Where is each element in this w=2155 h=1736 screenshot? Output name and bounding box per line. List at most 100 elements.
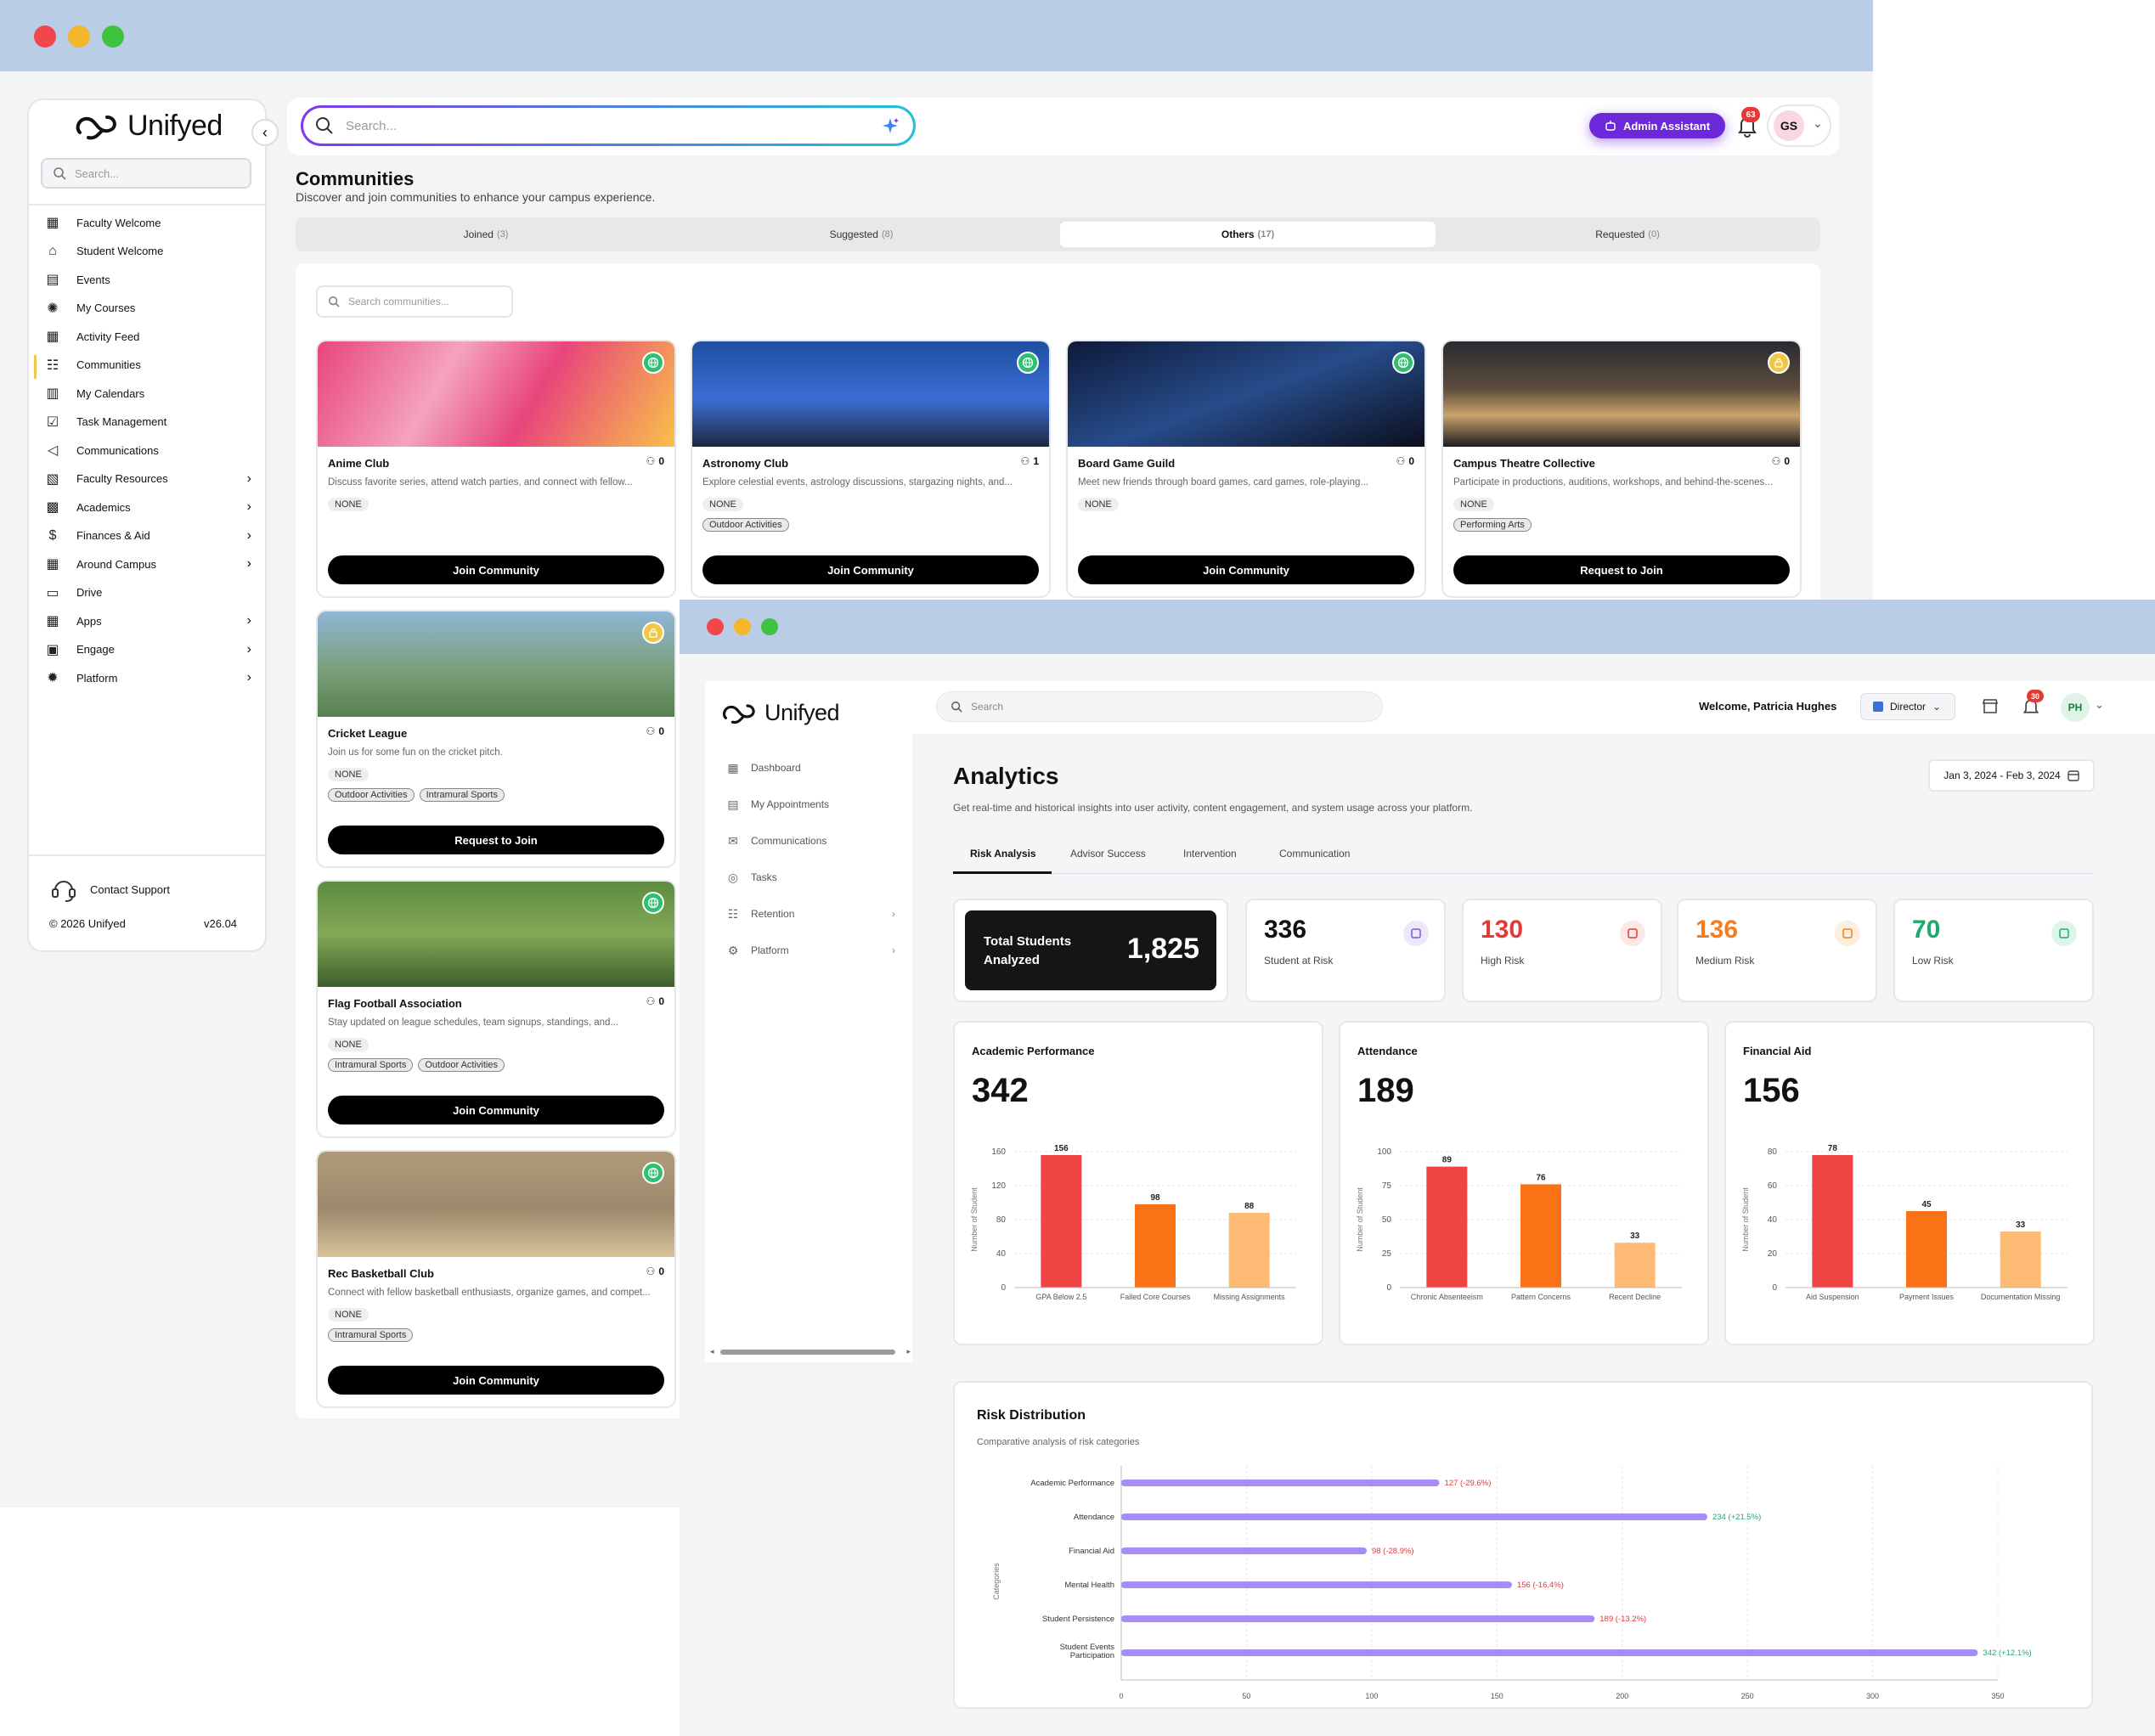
community-search-input[interactable]: Search communities... — [316, 285, 513, 318]
community-title: Rec Basketball Club — [328, 1267, 434, 1280]
sidebar-item-engage[interactable]: ▣ Engage › — [44, 641, 251, 658]
user-menu-button[interactable]: GS ⌄ — [1767, 104, 1831, 147]
data-label: 45 — [1921, 1200, 1932, 1209]
sidebar-item-my-courses[interactable]: ✺ My Courses — [44, 300, 251, 317]
sidebar-item-apps[interactable]: ▦ Apps › — [44, 612, 251, 629]
sparkle-icon[interactable] — [881, 116, 900, 135]
store-button[interactable] — [1981, 696, 2000, 719]
request-to-join-button[interactable]: Request to Join — [1453, 555, 1790, 584]
community-card[interactable]: Cricket League ⚇ 0 Join us for some fun on … — [316, 610, 676, 868]
sidebar-item-faculty-resources[interactable]: ▧ Faculty Resources › — [44, 471, 251, 488]
community-card[interactable]: Rec Basketball Club ⚇ 0 Connect with fellow… — [316, 1150, 676, 1408]
global-search-input[interactable]: Search... — [301, 105, 916, 146]
sidebar-item-academics[interactable]: ▩ Academics › — [44, 499, 251, 516]
bar-chart: 0 25 50 75 100 Number of Student 89 Chronic Abs… — [1356, 1147, 1682, 1301]
bar[interactable] — [2000, 1232, 2041, 1288]
maximize-window-button[interactable] — [761, 618, 778, 635]
sidebar-item-around-campus[interactable]: ▦ Around Campus › — [44, 555, 251, 572]
sidebar-item-communications[interactable]: ✉ Communications — [725, 833, 895, 848]
category-tag[interactable]: Outdoor Activities — [328, 788, 415, 802]
sidebar-item-finances-aid[interactable]: $ Finances & Aid › — [44, 527, 251, 544]
join-community-button[interactable]: Join Community — [328, 1366, 664, 1395]
tab-suggested[interactable]: Suggested (8) — [676, 222, 1046, 247]
close-window-button[interactable] — [34, 25, 56, 48]
bar[interactable] — [1121, 1581, 1512, 1588]
category-tag[interactable]: Performing Arts — [1453, 518, 1532, 532]
sidebar-item-communities[interactable]: ☷ Communities — [44, 357, 251, 374]
brand-logo[interactable]: Unifyed — [720, 698, 840, 727]
notifications-button[interactable]: 30 — [2022, 690, 2044, 717]
role-selector[interactable]: Director ⌄ — [1860, 693, 1955, 720]
member-count: ⚇ 0 — [1396, 455, 1414, 467]
image-icon — [1835, 921, 1860, 946]
stat-card: 336 Student at Risk — [1245, 899, 1446, 1002]
tab-risk-analysis[interactable]: Risk Analysis — [970, 848, 1036, 860]
bar[interactable] — [1426, 1166, 1468, 1288]
sidebar-item-communications[interactable]: ◁ Communications — [44, 442, 251, 459]
sidebar-item-tasks[interactable]: ◎ Tasks — [725, 870, 895, 885]
join-community-button[interactable]: Join Community — [1078, 555, 1414, 584]
notifications-button[interactable]: 63 — [1736, 107, 1760, 138]
chevron-down-icon[interactable]: ⌄ — [2095, 698, 2104, 712]
category-tag[interactable]: Outdoor Activities — [418, 1058, 505, 1072]
category-tag[interactable]: Outdoor Activities — [702, 518, 789, 532]
bar[interactable] — [1121, 1480, 1440, 1486]
sidebar-item-student-welcome[interactable]: ⌂ Student Welcome — [44, 243, 251, 260]
community-card[interactable]: Astronomy Club ⚇ 1 Explore celestial events… — [691, 340, 1051, 598]
avatar[interactable]: PH — [2061, 693, 2090, 722]
community-card[interactable]: Board Game Guild ⚇ 0 Meet new friends throu… — [1066, 340, 1426, 598]
bar[interactable] — [1812, 1155, 1853, 1288]
minimize-window-button[interactable] — [68, 25, 90, 48]
bar[interactable] — [1121, 1615, 1595, 1622]
sidebar-scrollbar[interactable]: ◂ ▸ — [710, 1347, 911, 1356]
tab-intervention[interactable]: Intervention — [1183, 848, 1237, 860]
request-to-join-button[interactable]: Request to Join — [328, 826, 664, 854]
tag-list: Outdoor Activities — [702, 518, 789, 532]
sidebar-item-drive[interactable]: ▭ Drive — [44, 584, 251, 601]
join-community-button[interactable]: Join Community — [328, 1096, 664, 1124]
bar[interactable] — [1121, 1547, 1367, 1554]
bar[interactable] — [1121, 1513, 1707, 1520]
community-card[interactable]: Campus Theatre Collective ⚇ 0 Participate i… — [1441, 340, 1802, 598]
sidebar-item-platform[interactable]: ⚙ Platform › — [725, 943, 895, 958]
minimize-window-button[interactable] — [734, 618, 751, 635]
collapse-sidebar-button[interactable]: ‹ — [251, 119, 279, 146]
contact-support-link[interactable]: Contact Support — [49, 875, 170, 904]
admin-assistant-button[interactable]: Admin Assistant — [1589, 113, 1725, 138]
sidebar-item-my-calendars[interactable]: ▥ My Calendars — [44, 385, 251, 402]
sidebar-item-retention[interactable]: ☷ Retention › — [725, 906, 895, 922]
category-tag[interactable]: Intramural Sports — [328, 1328, 414, 1342]
tab-joined[interactable]: Joined (3) — [301, 222, 671, 247]
date-range-picker[interactable]: Jan 3, 2024 - Feb 3, 2024 — [1928, 759, 2095, 792]
sidebar-item-faculty-welcome[interactable]: ▦ Faculty Welcome — [44, 214, 251, 231]
bar[interactable] — [1520, 1184, 1561, 1288]
bar[interactable] — [1228, 1213, 1270, 1288]
sidebar-search-input[interactable]: Search... — [41, 158, 251, 189]
sidebar-item-platform[interactable]: ✹ Platform › — [44, 669, 251, 686]
close-window-button[interactable] — [707, 618, 724, 635]
bar[interactable] — [1041, 1155, 1082, 1288]
category-tag[interactable]: Intramural Sports — [419, 788, 505, 802]
community-card[interactable]: Flag Football Association ⚇ 0 Stay updated … — [316, 880, 676, 1138]
sidebar-item-my-appointments[interactable]: ▤ My Appointments — [725, 797, 895, 812]
tab-communication[interactable]: Communication — [1279, 848, 1350, 860]
tab-requested[interactable]: Requested (0) — [1442, 222, 1813, 247]
sidebar-item-activity-feed[interactable]: ▦ Activity Feed — [44, 328, 251, 345]
bar[interactable] — [1135, 1204, 1176, 1288]
sidebar-item-task-management[interactable]: ☑ Task Management — [44, 414, 251, 431]
community-card[interactable]: Anime Club ⚇ 0 Discuss favorite series, att… — [316, 340, 676, 598]
bar[interactable] — [1614, 1243, 1656, 1288]
sidebar-item-events[interactable]: ▤ Events — [44, 271, 251, 288]
bar[interactable] — [1121, 1649, 1978, 1656]
tab-advisor-success[interactable]: Advisor Success — [1070, 848, 1146, 860]
join-community-button[interactable]: Join Community — [702, 555, 1039, 584]
maximize-window-button[interactable] — [102, 25, 124, 48]
bar[interactable] — [1906, 1211, 1947, 1288]
globe-icon — [642, 352, 664, 374]
analytics-search-input[interactable]: Search — [936, 691, 1383, 722]
sidebar-item-dashboard[interactable]: ▦ Dashboard — [725, 760, 895, 775]
brand-logo[interactable]: Unifyed — [73, 109, 223, 143]
tab-others[interactable]: Others (17) — [1060, 222, 1436, 247]
join-community-button[interactable]: Join Community — [328, 555, 664, 584]
category-tag[interactable]: Intramural Sports — [328, 1058, 414, 1072]
